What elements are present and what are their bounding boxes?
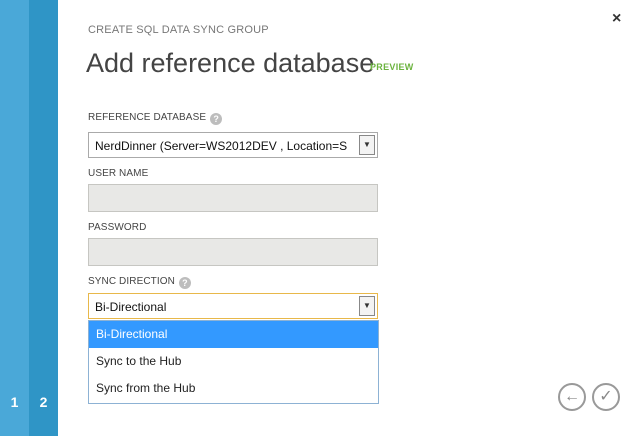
sync-direction-option-bi-directional[interactable]: Bi-Directional (89, 321, 378, 348)
confirm-button[interactable]: ✓ (592, 383, 620, 411)
sync-direction-dropdown-list: Bi-Directional Sync to the Hub Sync from… (88, 320, 379, 404)
user-name-label: USER NAME (88, 168, 149, 179)
page-title: Add reference database (86, 48, 375, 78)
sync-direction-value: Bi-Directional (95, 300, 167, 314)
password-input[interactable] (88, 238, 378, 266)
wizard-header: CREATE SQL DATA SYNC GROUP (88, 24, 269, 36)
reference-database-label-row: REFERENCE DATABASE? (88, 112, 223, 125)
help-icon[interactable]: ? (210, 113, 223, 125)
sync-direction-option-to-hub[interactable]: Sync to the Hub (89, 348, 378, 375)
help-icon[interactable]: ? (178, 277, 191, 289)
preview-badge: PREVIEW (370, 62, 414, 72)
chevron-down-icon[interactable]: ▼ (359, 135, 375, 155)
reference-database-label: REFERENCE DATABASE (88, 112, 207, 123)
checkmark-icon: ✓ (599, 388, 613, 405)
sync-direction-label-row: SYNC DIRECTION? (88, 276, 191, 289)
reference-database-value: NerdDinner (Server=WS2012DEV , Location=… (95, 139, 348, 153)
chevron-down-icon[interactable]: ▼ (359, 296, 375, 316)
wizard-step-rail-2 (29, 0, 58, 436)
user-name-input[interactable] (88, 184, 378, 212)
wizard-step-2[interactable]: 2 (29, 394, 58, 410)
password-label: PASSWORD (88, 222, 147, 233)
sync-direction-label: SYNC DIRECTION (88, 276, 175, 287)
reference-database-select[interactable]: NerdDinner (Server=WS2012DEV , Location=… (88, 132, 378, 158)
close-icon[interactable]: × (612, 10, 621, 28)
wizard-step-1[interactable]: 1 (0, 394, 29, 410)
sync-direction-select[interactable]: Bi-Directional ▼ (88, 293, 378, 319)
wizard-step-rail-1 (0, 0, 29, 436)
arrow-left-icon: ← (564, 388, 580, 405)
sync-direction-option-from-hub[interactable]: Sync from the Hub (89, 375, 378, 402)
back-button[interactable]: ← (558, 383, 586, 411)
